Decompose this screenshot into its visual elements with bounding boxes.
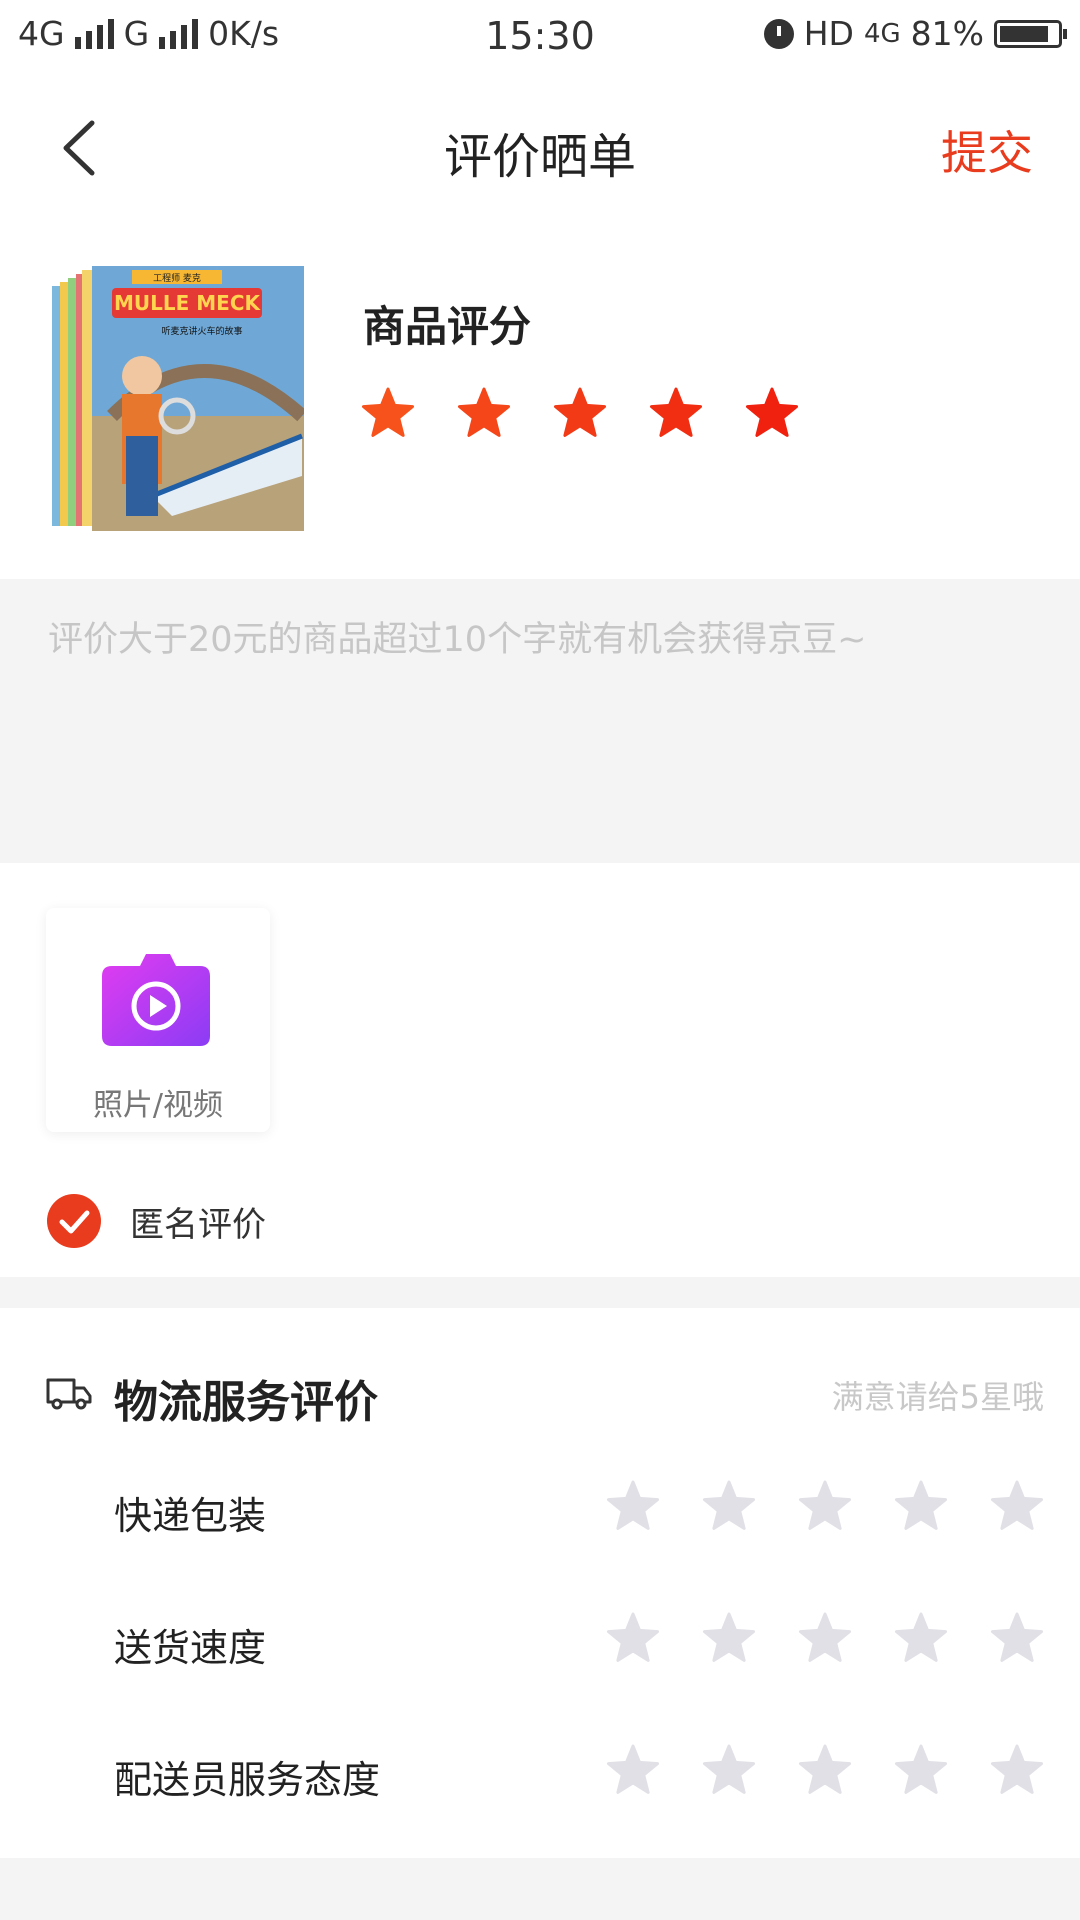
logistics-rating-section: 物流服务评价 满意请给5星哦 快递包装 送货速度 配送员服务态度 [0, 1308, 1080, 1858]
network-label-3: 4G [863, 18, 901, 49]
logistics-star-4-icon[interactable] [893, 1611, 949, 1667]
logistics-star-3-icon[interactable] [797, 1611, 853, 1667]
product-rating-section: MULLE MECK 工程师 麦克 听麦克讲火车的故事 商品评分 [0, 221, 1080, 579]
cover-subtitle: 听麦克讲火车的故事 [161, 325, 242, 337]
logistics-header: 物流服务评价 满意请给5星哦 [0, 1360, 1080, 1430]
truck-icon [46, 1378, 92, 1410]
checkmark-icon [47, 1194, 101, 1248]
status-bar: 4G G 0K/s 15:30 HD 4G 81% [0, 0, 1080, 75]
review-text-section [0, 579, 1080, 863]
logistics-hint: 满意请给5星哦 [831, 1378, 1044, 1416]
logistics-star-3-icon[interactable] [797, 1479, 853, 1535]
cover-title: MULLE MECK [114, 291, 261, 315]
hd-label: HD [803, 14, 854, 53]
logistics-star-2-icon[interactable] [701, 1611, 757, 1667]
logistics-star-1-icon[interactable] [605, 1743, 661, 1799]
product-thumbnail: MULLE MECK 工程师 麦克 听麦克讲火车的故事 [52, 266, 304, 531]
product-star-1-icon[interactable] [360, 386, 416, 442]
battery-percent: 81% [910, 14, 984, 53]
rating-label: 送货速度 [114, 1626, 267, 1670]
product-star-rating [360, 386, 800, 442]
anonymous-toggle[interactable]: 匿名评价 [46, 1193, 266, 1249]
cover-series: 工程师 麦克 [153, 272, 201, 284]
rating-row-speed: 送货速度 [0, 1601, 1080, 1681]
alarm-icon [763, 18, 794, 49]
speed-star-rating [605, 1611, 1045, 1667]
rating-label: 配送员服务态度 [114, 1758, 381, 1802]
review-textarea[interactable] [46, 609, 1040, 833]
logistics-star-2-icon[interactable] [701, 1479, 757, 1535]
anonymous-label: 匿名评价 [130, 1204, 266, 1245]
status-right: HD 4G 81% [763, 14, 1067, 53]
photo-video-upload-button[interactable]: 照片/视频 [46, 908, 270, 1132]
rating-label: 快递包装 [114, 1494, 267, 1538]
product-star-5-icon[interactable] [744, 386, 800, 442]
rating-row-packaging: 快递包装 [0, 1469, 1080, 1549]
nav-bar: 评价晒单 提交 [0, 75, 1080, 221]
courier-star-rating [605, 1743, 1045, 1799]
logistics-star-1-icon[interactable] [605, 1479, 661, 1535]
product-star-3-icon[interactable] [552, 386, 608, 442]
logistics-star-4-icon[interactable] [893, 1743, 949, 1799]
logistics-star-2-icon[interactable] [701, 1743, 757, 1799]
packaging-star-rating [605, 1479, 1045, 1535]
submit-button[interactable]: 提交 [941, 117, 1033, 183]
product-rating-label: 商品评分 [363, 302, 532, 351]
logistics-title: 物流服务评价 [114, 1377, 378, 1428]
logistics-star-5-icon[interactable] [989, 1743, 1045, 1799]
upload-label: 照片/视频 [92, 1088, 224, 1123]
battery-icon [994, 19, 1067, 48]
media-section: 照片/视频 匿名评价 [0, 863, 1080, 1277]
rating-row-courier: 配送员服务态度 [0, 1733, 1080, 1813]
logistics-star-5-icon[interactable] [989, 1479, 1045, 1535]
product-star-4-icon[interactable] [648, 386, 704, 442]
page-title: 评价晒单 [443, 129, 636, 185]
product-star-2-icon[interactable] [456, 386, 512, 442]
logistics-star-3-icon[interactable] [797, 1743, 853, 1799]
logistics-star-1-icon[interactable] [605, 1611, 661, 1667]
logistics-star-5-icon[interactable] [989, 1611, 1045, 1667]
camera-video-icon [102, 954, 210, 1046]
logistics-star-4-icon[interactable] [893, 1479, 949, 1535]
